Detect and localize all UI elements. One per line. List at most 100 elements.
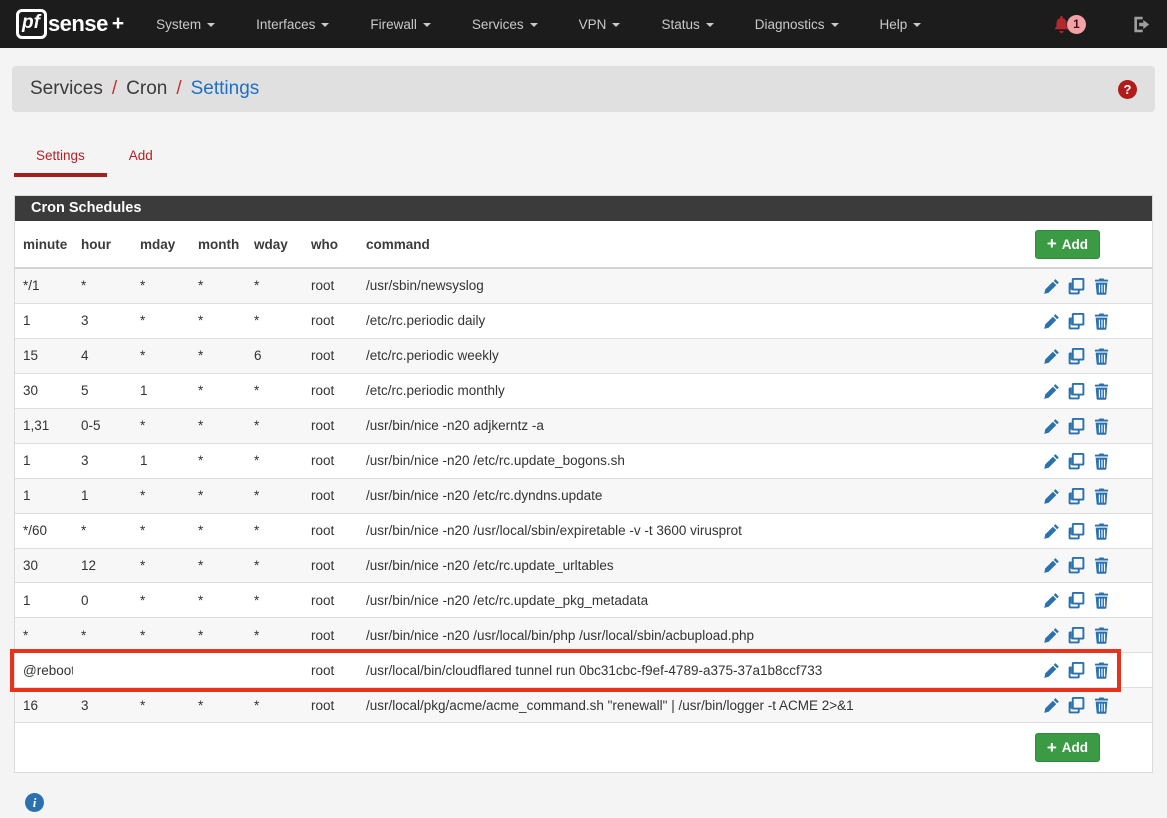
help-icon[interactable]: ?: [1118, 80, 1137, 99]
nav-menu-status[interactable]: Status: [661, 17, 713, 32]
row-actions: [1020, 583, 1152, 618]
pfsense-logo[interactable]: pf sense +: [16, 9, 124, 39]
cell-minute: 30: [15, 548, 73, 583]
cell-minute: 1: [15, 478, 73, 513]
row-actions: [1020, 688, 1152, 723]
table-row: */1 * * * * root /usr/sbin/newsyslog: [15, 268, 1152, 303]
cell-month: *: [190, 373, 246, 408]
table-row: 1,31 0-5 * * * root /usr/bin/nice -n20 a…: [15, 408, 1152, 443]
delete-icon[interactable]: [1093, 626, 1110, 644]
cell-command: /usr/local/pkg/acme/acme_command.sh "ren…: [358, 688, 1020, 723]
cell-minute: 30: [15, 373, 73, 408]
copy-icon[interactable]: [1068, 591, 1085, 609]
cell-wday: *: [246, 478, 303, 513]
edit-icon[interactable]: [1043, 591, 1060, 609]
table-row: 16 3 * * * root /usr/local/pkg/acme/acme…: [15, 688, 1152, 723]
page-footer: i: [0, 773, 1167, 812]
cell-command: /usr/bin/nice -n20 /usr/local/sbin/expir…: [358, 513, 1020, 548]
sign-out-icon[interactable]: [1132, 15, 1151, 34]
notifications-button[interactable]: 1: [1053, 15, 1086, 34]
edit-icon[interactable]: [1043, 661, 1060, 679]
copy-icon[interactable]: [1068, 557, 1085, 575]
cell-who: root: [303, 443, 358, 478]
cell-command: /usr/bin/nice -n20 /etc/rc.update_bogons…: [358, 443, 1020, 478]
edit-icon[interactable]: [1043, 522, 1060, 540]
edit-icon[interactable]: [1043, 347, 1060, 365]
panel-title: Cron Schedules: [15, 196, 1152, 221]
delete-icon[interactable]: [1093, 487, 1110, 505]
breadcrumb-settings[interactable]: Settings: [191, 78, 260, 100]
col-header-who: who: [303, 221, 358, 268]
add-button-bottom[interactable]: +Add: [1035, 733, 1100, 762]
nav-menu-services[interactable]: Services: [472, 17, 538, 32]
delete-icon[interactable]: [1093, 452, 1110, 470]
edit-icon[interactable]: [1043, 557, 1060, 575]
nav-menu-interfaces[interactable]: Interfaces: [256, 17, 329, 32]
copy-icon[interactable]: [1068, 347, 1085, 365]
nav-menu-label: Diagnostics: [755, 17, 825, 32]
cell-mday: *: [132, 408, 190, 443]
delete-icon[interactable]: [1093, 557, 1110, 575]
nav-menu-firewall[interactable]: Firewall: [370, 17, 431, 32]
table-row: 15 4 * * 6 root /etc/rc.periodic weekly: [15, 338, 1152, 373]
delete-icon[interactable]: [1093, 696, 1110, 714]
nav-menu-help[interactable]: Help: [880, 17, 922, 32]
edit-icon[interactable]: [1043, 452, 1060, 470]
cell-minute: *: [15, 618, 73, 653]
edit-icon[interactable]: [1043, 312, 1060, 330]
delete-icon[interactable]: [1093, 277, 1110, 295]
nav-menu-vpn[interactable]: VPN: [579, 17, 621, 32]
copy-icon[interactable]: [1068, 452, 1085, 470]
nav-menu-system[interactable]: System: [156, 17, 215, 32]
edit-icon[interactable]: [1043, 696, 1060, 714]
row-actions: [1020, 373, 1152, 408]
notification-count-badge: 1: [1067, 15, 1086, 34]
edit-icon[interactable]: [1043, 382, 1060, 400]
chevron-down-icon: [612, 23, 620, 27]
cell-wday: [246, 653, 303, 688]
copy-icon[interactable]: [1068, 312, 1085, 330]
delete-icon[interactable]: [1093, 522, 1110, 540]
info-icon[interactable]: i: [25, 793, 44, 812]
cell-mday: *: [132, 583, 190, 618]
cell-month: *: [190, 688, 246, 723]
nav-menu-label: Interfaces: [256, 17, 315, 32]
delete-icon[interactable]: [1093, 661, 1110, 679]
cell-who: root: [303, 373, 358, 408]
cell-hour: 3: [73, 688, 132, 723]
cell-mday: *: [132, 548, 190, 583]
tab-add[interactable]: Add: [107, 140, 175, 177]
delete-icon[interactable]: [1093, 347, 1110, 365]
delete-icon[interactable]: [1093, 417, 1110, 435]
copy-icon[interactable]: [1068, 696, 1085, 714]
edit-icon[interactable]: [1043, 417, 1060, 435]
copy-icon[interactable]: [1068, 382, 1085, 400]
copy-icon[interactable]: [1068, 522, 1085, 540]
chevron-down-icon: [831, 23, 839, 27]
table-row: 30 5 1 * * root /etc/rc.periodic monthly: [15, 373, 1152, 408]
edit-icon[interactable]: [1043, 626, 1060, 644]
edit-icon[interactable]: [1043, 277, 1060, 295]
cell-month: *: [190, 548, 246, 583]
cell-hour: [73, 653, 132, 688]
cell-minute: */60: [15, 513, 73, 548]
nav-menu-diagnostics[interactable]: Diagnostics: [755, 17, 839, 32]
delete-icon[interactable]: [1093, 312, 1110, 330]
copy-icon[interactable]: [1068, 277, 1085, 295]
breadcrumb-separator: /: [112, 78, 117, 100]
cell-month: *: [190, 303, 246, 338]
cell-who: root: [303, 338, 358, 373]
chevron-down-icon: [913, 23, 921, 27]
copy-icon[interactable]: [1068, 417, 1085, 435]
copy-icon[interactable]: [1068, 487, 1085, 505]
edit-icon[interactable]: [1043, 487, 1060, 505]
delete-icon[interactable]: [1093, 382, 1110, 400]
delete-icon[interactable]: [1093, 591, 1110, 609]
copy-icon[interactable]: [1068, 626, 1085, 644]
add-button-top[interactable]: +Add: [1035, 230, 1100, 259]
tab-settings[interactable]: Settings: [14, 140, 107, 177]
copy-icon[interactable]: [1068, 661, 1085, 679]
cell-hour: *: [73, 513, 132, 548]
nav-menu-label: Services: [472, 17, 524, 32]
plus-icon: +: [1047, 237, 1057, 251]
